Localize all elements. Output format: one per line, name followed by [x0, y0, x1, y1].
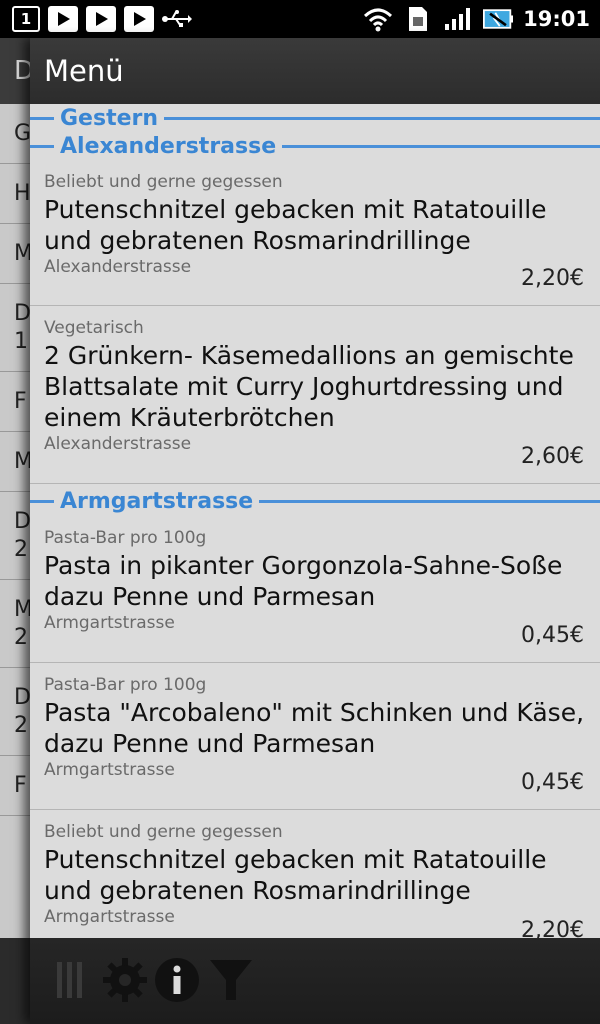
divider — [259, 499, 600, 503]
play-store-icon — [86, 6, 116, 32]
menu-item[interactable]: Vegetarisch 2 Grünkern- Käsemedallions a… — [30, 306, 600, 484]
item-category: Pasta-Bar pro 100g — [44, 675, 207, 695]
divider — [30, 144, 54, 148]
play-store-icon — [124, 6, 154, 32]
menu-item[interactable]: Beliebt und gerne gegessen Putenschnitze… — [30, 810, 600, 938]
item-location: Alexanderstrasse — [44, 257, 192, 277]
info-icon[interactable] — [152, 952, 202, 1008]
status-bar: 1 19:01 — [0, 0, 600, 38]
drag-handle-icon[interactable] — [50, 952, 90, 1008]
item-location: Armgartstrasse — [44, 613, 175, 633]
item-category: Pasta-Bar pro 100g — [44, 528, 207, 548]
item-location: Alexanderstrasse — [44, 434, 192, 454]
bottom-toolbar — [30, 938, 600, 1024]
item-price: 0,45€ — [521, 770, 584, 795]
drawer-header: Menü — [30, 38, 600, 104]
section-header-alexanderstrasse: Alexanderstrasse — [30, 132, 600, 160]
signal-icon — [443, 4, 473, 34]
item-price: 0,45€ — [521, 623, 584, 648]
background-header-text: D — [14, 56, 35, 86]
sim-icon — [403, 4, 433, 34]
menu-item[interactable]: Pasta-Bar pro 100g Pasta in pikanter Gor… — [30, 516, 600, 663]
item-name: Putenschnitzel gebacken mit Ratatouille … — [44, 195, 547, 255]
item-name: 2 Grünkern- Käsemedallions an gemischte … — [44, 341, 574, 432]
section-label: Armgartstrasse — [60, 488, 254, 514]
item-name: Pasta in pikanter Gorgonzola-Sahne-Soße … — [44, 551, 563, 611]
play-store-icon — [48, 6, 78, 32]
filter-icon[interactable] — [206, 952, 256, 1008]
calendar-icon: 1 — [12, 6, 40, 32]
item-location: Armgartstrasse — [44, 907, 175, 927]
drawer-title: Menü — [44, 54, 124, 88]
settings-gear-icon[interactable] — [100, 952, 150, 1008]
item-location: Armgartstrasse — [44, 760, 175, 780]
item-price: 2,60€ — [521, 444, 584, 469]
menu-list[interactable]: Gestern Alexanderstrasse Beliebt und ger… — [30, 104, 600, 938]
item-category: Beliebt und gerne gegessen — [44, 172, 283, 192]
menu-item[interactable]: Pasta-Bar pro 100g Pasta "Arcobaleno" mi… — [30, 663, 600, 810]
section-label: Gestern — [60, 105, 159, 131]
menu-item[interactable]: Beliebt und gerne gegessen Putenschnitze… — [30, 160, 600, 306]
section-label: Alexanderstrasse — [60, 133, 277, 159]
usb-icon — [162, 4, 192, 34]
divider — [30, 116, 54, 120]
section-header-gestern: Gestern — [30, 104, 600, 132]
item-category: Beliebt und gerne gegessen — [44, 822, 283, 842]
wifi-icon — [363, 4, 393, 34]
item-price: 2,20€ — [521, 266, 584, 291]
item-name: Pasta "Arcobaleno" mit Schinken und Käse… — [44, 698, 585, 758]
item-name: Putenschnitzel gebacken mit Ratatouille … — [44, 845, 547, 905]
clock: 19:01 — [523, 7, 590, 31]
section-header-armgartstrasse: Armgartstrasse — [30, 486, 600, 516]
battery-icon — [483, 4, 514, 34]
menu-drawer: Menü Gestern Alexanderstrasse Beliebt un… — [30, 38, 600, 1024]
divider — [30, 499, 54, 503]
item-category: Vegetarisch — [44, 318, 144, 338]
divider — [282, 144, 600, 148]
divider — [164, 116, 600, 120]
item-price: 2,20€ — [521, 918, 584, 938]
